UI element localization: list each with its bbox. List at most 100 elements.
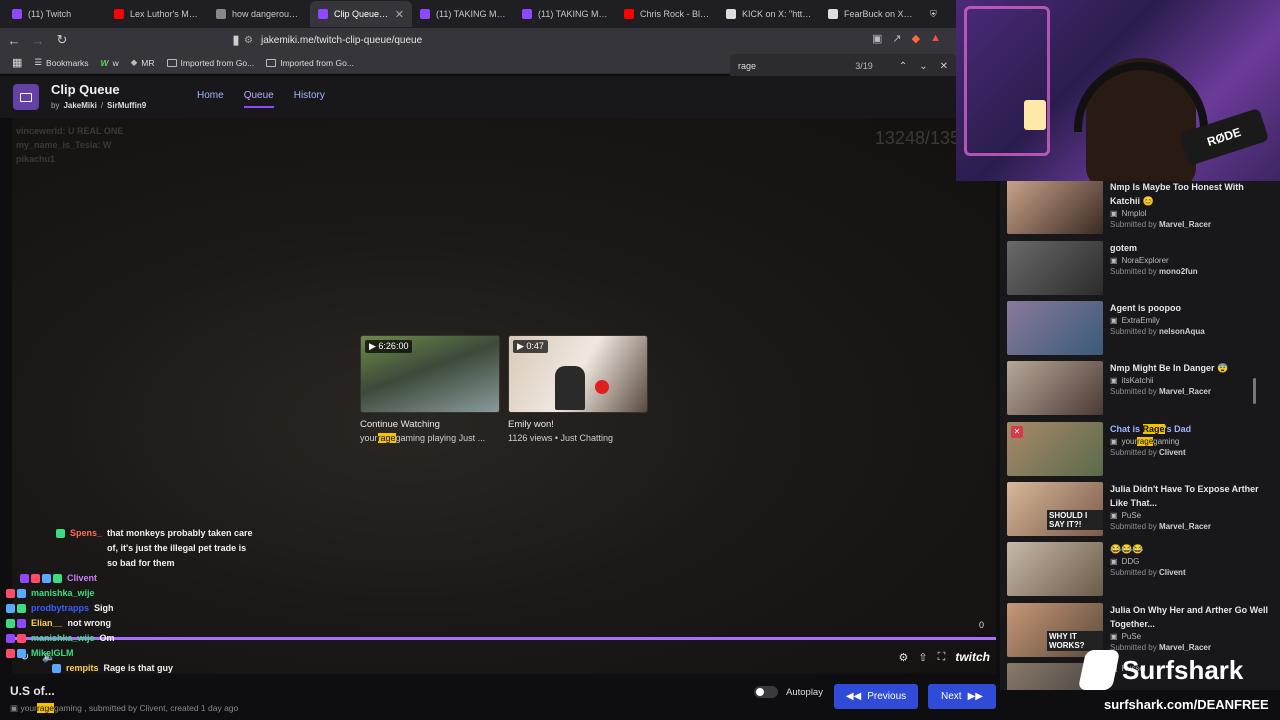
mr-icon: ◆ <box>130 57 138 67</box>
player-controls-right: ⚙ ⇧ ⛶ twitch <box>899 650 990 664</box>
remove-icon[interactable]: ✕ <box>1011 426 1023 438</box>
apps-icon[interactable]: ▦ <box>12 56 22 69</box>
queue-item-channel: ▣ yourragegaming <box>1110 437 1180 446</box>
chat-text: Sigh <box>94 603 114 613</box>
share-icon[interactable]: ⇧ <box>918 651 927 664</box>
queue-item-info: Nmp Is Maybe Too Honest With Katchii 😊 ▣ N… <box>1110 180 1270 229</box>
queue-item[interactable]: Nmp Might Be In Danger 😨 ▣ itsKatchii Submi… <box>1007 361 1272 417</box>
background-screen <box>1024 100 1046 130</box>
channel-icon: ▣ <box>1110 632 1118 641</box>
end-card-thumbnail[interactable]: ▶ 6:26:00 <box>360 335 500 413</box>
queue-item-thumbnail[interactable] <box>1007 301 1103 355</box>
chat-username[interactable]: manishka_wije <box>31 631 95 646</box>
queue-item[interactable]: SHOULD I SAY IT?! Julia Didn't Have To Ex… <box>1007 482 1272 538</box>
autoplay-switch[interactable] <box>754 686 778 698</box>
queue-item-thumbnail[interactable]: ✕ <box>1007 422 1103 476</box>
browser-tab[interactable]: Clip Queue - Cl✕ <box>310 1 412 27</box>
end-card-continue[interactable]: ▶ 6:26:00 Continue Watching yourragegami… <box>360 335 500 443</box>
person-figure <box>555 366 585 410</box>
duration-badge: ▶ 6:26:00 <box>365 340 413 353</box>
forward-icon[interactable]: → <box>28 33 48 48</box>
chat-message: manishka_wije <box>0 586 280 601</box>
app-title: Clip Queue <box>51 82 120 97</box>
browser-tab[interactable]: (11) TAKING MAYA <box>412 1 514 27</box>
site-info-icon[interactable]: ⚙ <box>244 35 253 46</box>
nav-queue[interactable]: Queue <box>243 90 274 108</box>
find-close-icon[interactable]: ✕ <box>940 61 948 72</box>
browser-tab[interactable]: Chris Rock - Black P <box>616 1 718 27</box>
twitch-logo-icon[interactable]: twitch <box>955 650 990 664</box>
bookmark-item[interactable]: ☰ Bookmarks <box>34 57 88 68</box>
browser-tab[interactable]: FearBuck on X: "The <box>820 1 922 27</box>
queue-item-title: gotem <box>1110 243 1137 253</box>
chat-badges <box>6 586 26 601</box>
bookmark-item[interactable]: Ww <box>101 58 119 68</box>
queue-item-channel: ▣ ExtraEmily <box>1110 316 1160 325</box>
chat-text: that monkeys probably taken care of, it'… <box>107 528 253 568</box>
queue-item[interactable]: gotem ▣ NoraExplorer Submitted by mono2fun <box>1007 241 1272 297</box>
previous-button[interactable]: ◀◀ Previous <box>834 684 918 709</box>
back-icon[interactable]: ← <box>4 33 24 48</box>
fullscreen-icon[interactable]: ⛶ <box>938 651 946 664</box>
tab-favicon <box>828 9 838 19</box>
embedded-chat-ghost: vincewerld: U REAL ONE my_name_is_Tesla:… <box>16 126 124 164</box>
find-next-icon[interactable]: ⌄ <box>919 61 927 72</box>
tab-favicon <box>420 9 430 19</box>
chat-username[interactable]: MikelGLM <box>31 646 74 661</box>
queue-item-thumbnail[interactable]: SHOULD I SAY IT?! <box>1007 482 1103 536</box>
browser-tab[interactable]: KICK on X: "https:// <box>718 1 820 27</box>
queue-item-thumbnail[interactable] <box>1007 542 1103 596</box>
author-link[interactable]: SirMuffin9 <box>107 101 146 110</box>
channel-icon: ▣ <box>1110 256 1118 265</box>
find-prev-icon[interactable]: ⌃ <box>899 61 907 72</box>
bookmark-item[interactable]: ◆ MR <box>131 57 155 68</box>
close-tab-icon[interactable]: ✕ <box>395 8 404 21</box>
share-icon[interactable]: ↗ <box>892 32 901 45</box>
end-card-thumbnail[interactable]: ▶ 0:47 <box>508 335 648 413</box>
chat-username[interactable]: prodbytrapps <box>31 601 89 616</box>
end-card-next[interactable]: ▶ 0:47 Emily won! 1126 views • Just Chat… <box>508 335 648 443</box>
find-input[interactable]: rage <box>738 61 855 71</box>
browser-tab[interactable]: how dangerous is li <box>208 1 310 27</box>
tab-favicon <box>318 9 328 19</box>
chat-username[interactable]: Clivent <box>67 571 97 586</box>
queue-item-thumbnail[interactable] <box>1007 241 1103 295</box>
browser-tab[interactable]: Lex Luthor's Monke <box>106 1 208 27</box>
find-count: 3/19 <box>855 61 873 71</box>
brave-shield-icon[interactable]: ◆ <box>912 32 920 45</box>
chat-username[interactable]: Spens_ <box>70 526 102 541</box>
queue-item-title: 😂😂😂 <box>1110 544 1144 554</box>
queue-item-thumbnail[interactable] <box>1007 361 1103 415</box>
reload-icon[interactable]: ↻ <box>52 32 72 48</box>
bookmark-folder[interactable]: Imported from Go... <box>266 58 354 68</box>
author-link[interactable]: JakeMiki <box>63 101 96 110</box>
queue-item[interactable]: Nmp Is Maybe Too Honest With Katchii 😊 ▣ N… <box>1007 180 1272 236</box>
browser-tab[interactable]: (11) TAKING MAYA <box>514 1 616 27</box>
settings-icon[interactable]: ⚙ <box>899 651 909 664</box>
reader-icon[interactable]: ▣ <box>872 32 882 45</box>
bookmark-folder[interactable]: Imported from Go... <box>166 58 254 68</box>
autoplay-toggle[interactable]: Autoplay <box>754 686 823 698</box>
browser-tab[interactable]: (11) Twitch <box>4 1 106 27</box>
queue-item-thumbnail[interactable] <box>1007 180 1103 234</box>
queue-scrollbar[interactable] <box>1253 378 1256 404</box>
url-field[interactable]: ⚙ jakemiki.me/twitch-clip-queue/queue <box>244 32 944 48</box>
queue-item[interactable]: ✕ Chat is Rage's Dad ▣ yourragegaming Submit… <box>1007 422 1272 478</box>
queue-item-title: Nmp Might Be In Danger 😨 <box>1110 363 1229 373</box>
bookmark-icon[interactable]: ▮ <box>226 32 246 48</box>
nav-history[interactable]: History <box>294 90 325 108</box>
bookmarks-icon: ☰ <box>34 57 43 67</box>
progress-time: 0 <box>979 620 985 630</box>
end-card-subtitle: 1126 views • Just Chatting <box>508 433 614 443</box>
alert-icon[interactable]: ▲ <box>930 32 941 45</box>
next-button[interactable]: Next ▶▶ <box>928 684 996 709</box>
chat-username[interactable]: Elian__ <box>31 616 63 631</box>
shield-icon[interactable]: ⛨ <box>922 1 946 27</box>
chat-username[interactable]: manishka_wije <box>31 586 95 601</box>
app-logo-icon[interactable] <box>13 84 39 110</box>
nav-home[interactable]: Home <box>197 90 224 108</box>
queue-item[interactable]: 😂😂😂 ▣ DDG Submitted by Clivent <box>1007 542 1272 598</box>
queue-item[interactable]: Agent is poopoo ▣ ExtraEmily Submitted by n… <box>1007 301 1272 357</box>
badge-icon <box>53 574 62 583</box>
badge-icon <box>31 574 40 583</box>
